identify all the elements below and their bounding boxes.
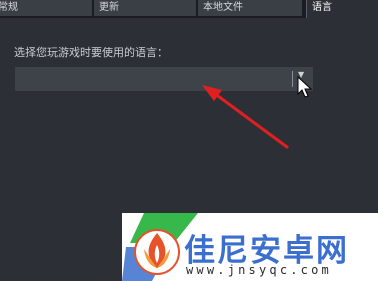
watermark-url: www.jnsyqc.com: [186, 263, 332, 277]
watermark-banner: 佳尼安卓网 www.jnsyqc.com: [122, 213, 378, 281]
flame-logo-icon: [134, 229, 180, 275]
